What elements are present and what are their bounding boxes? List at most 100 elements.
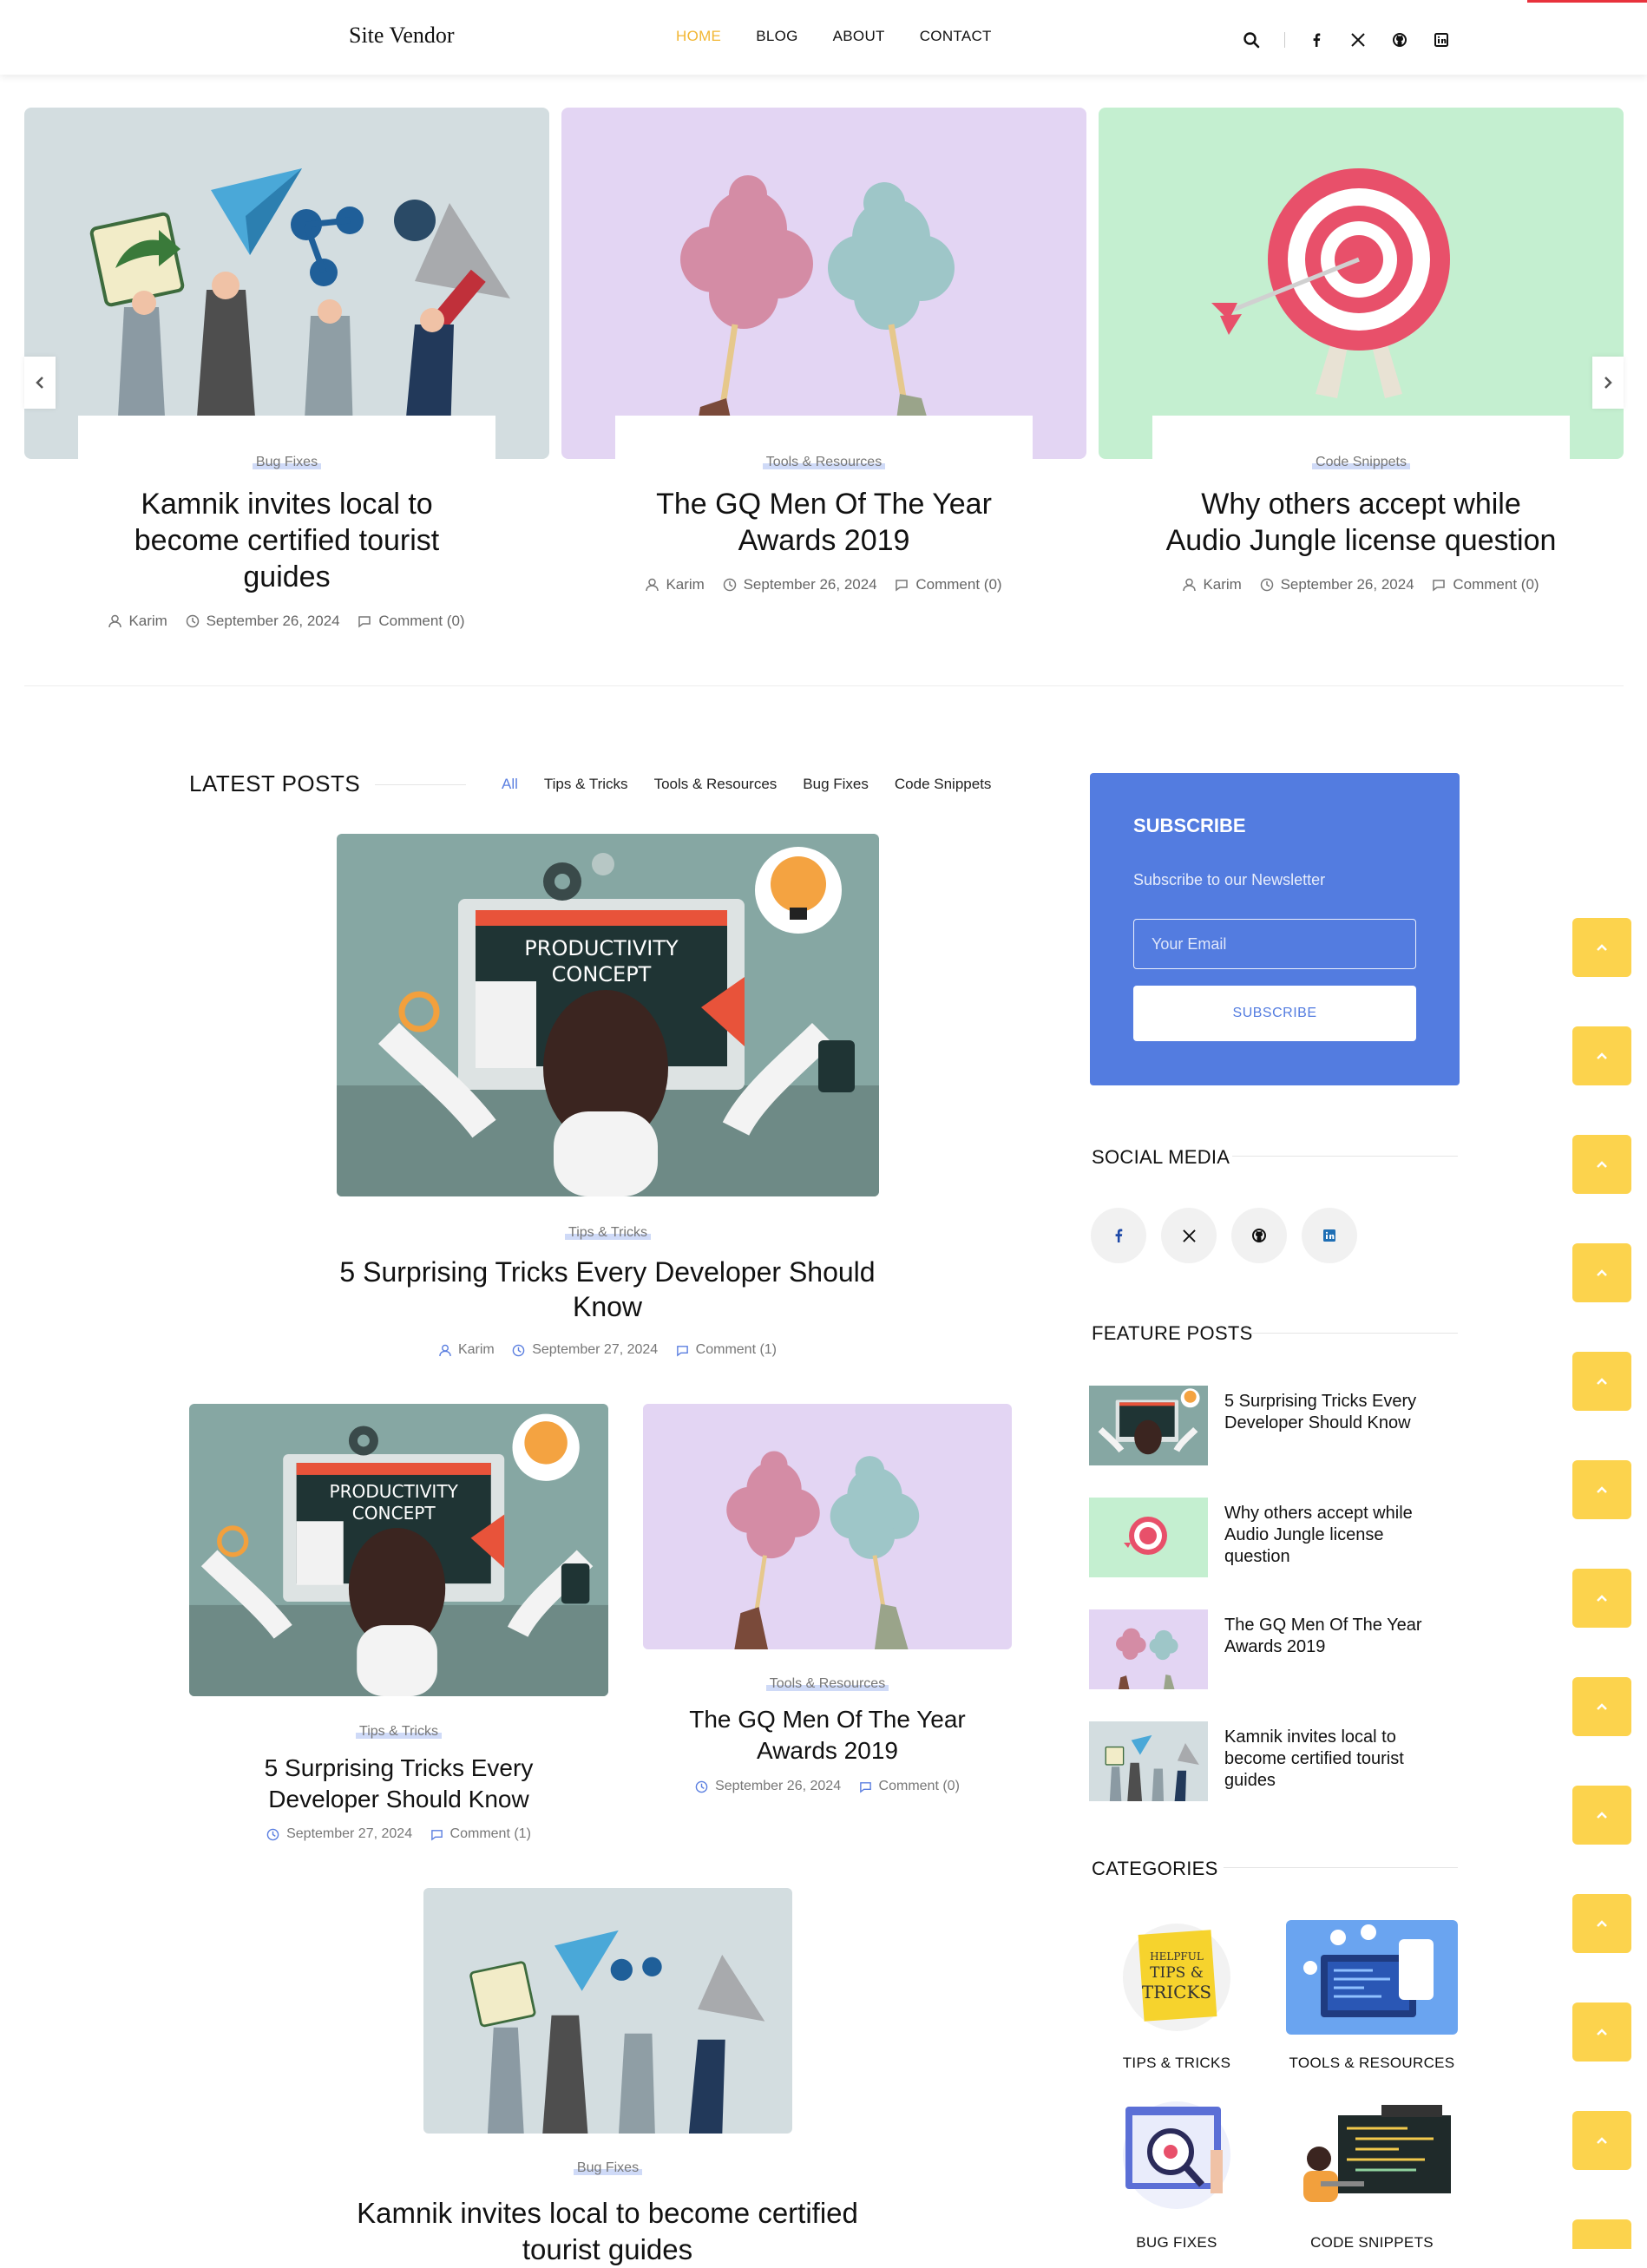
header-accent-bar [1527, 0, 1647, 3]
category-tools-resources[interactable]: TOOLS & RESOURCES [1276, 2055, 1467, 2072]
post-category[interactable]: Bug Fixes [24, 455, 549, 470]
feature-post-item[interactable]: Why others accept while Audio Jungle lic… [1089, 1498, 1458, 1577]
scroll-top-button[interactable] [1572, 918, 1631, 977]
category-code-snippets[interactable]: CODE SNIPPETS [1276, 2234, 1467, 2252]
post-title[interactable]: Why others accept while Audio Jungle lice… [1151, 486, 1572, 559]
main-nav: HOME BLOG ABOUT CONTACT [676, 28, 1027, 45]
scroll-top-button[interactable] [1572, 2219, 1631, 2249]
post-title[interactable]: The GQ Men Of The Year Awards 2019 [648, 486, 1000, 559]
clock-icon [723, 578, 736, 592]
scroll-top-button[interactable] [1572, 2111, 1631, 2170]
scroll-top-button[interactable] [1572, 1026, 1631, 1085]
svg-text:PRODUCTIVITY: PRODUCTIVITY [329, 1481, 458, 1502]
slider-image-cotton-candy [561, 108, 1086, 459]
chevron-up-icon [1597, 1378, 1607, 1385]
post-category[interactable]: Tips & Tricks [189, 1724, 608, 1740]
scroll-top-button[interactable] [1572, 1677, 1631, 1736]
nav-blog[interactable]: BLOG [756, 28, 797, 45]
chevron-up-icon [1597, 1269, 1607, 1276]
category-bug-fixes[interactable]: BUG FIXES [1081, 2234, 1272, 2252]
slider-card[interactable]: Bug Fixes Kamnik invites local to become … [24, 108, 549, 663]
linkedin-icon[interactable] [1429, 28, 1453, 52]
feature-post-title[interactable]: Why others accept while Audio Jungle lic… [1224, 1503, 1450, 1568]
category-tips-tricks[interactable]: TIPS & TRICKS [1081, 2055, 1272, 2072]
slider-card[interactable]: Tools & Resources The GQ Men Of The Year… [561, 108, 1086, 663]
post-category[interactable]: Bug Fixes [423, 2160, 792, 2176]
post-category[interactable]: Code Snippets [1099, 455, 1624, 470]
nav-home[interactable]: HOME [676, 28, 721, 45]
feature-post-item[interactable]: Kamnik invites local to become certified… [1089, 1721, 1458, 1801]
filter-bug-fixes[interactable]: Bug Fixes [803, 776, 869, 793]
facebook-icon[interactable] [1091, 1208, 1146, 1263]
feature-post-thumbnail [1089, 1609, 1208, 1689]
feature-post-thumbnail [1089, 1386, 1208, 1465]
filter-all[interactable]: All [502, 776, 518, 793]
scroll-top-button[interactable] [1572, 1352, 1631, 1411]
site-logo[interactable]: Site Vendor [349, 23, 455, 49]
github-icon[interactable] [1231, 1208, 1287, 1263]
post-title[interactable]: Kamnik invites local to become certified … [111, 486, 463, 595]
comment-icon [358, 616, 371, 628]
post-image[interactable] [423, 1888, 792, 2134]
chevron-up-icon [1597, 1052, 1607, 1059]
post-image[interactable]: PRODUCTIVITY CONCEPT [189, 1404, 608, 1696]
scroll-top-button[interactable] [1572, 1135, 1631, 1194]
facebook-icon[interactable] [1304, 28, 1329, 52]
scroll-top-button[interactable] [1572, 1243, 1631, 1302]
nav-about[interactable]: ABOUT [833, 28, 885, 45]
slider-next-button[interactable] [1592, 357, 1624, 409]
feature-post-title[interactable]: Kamnik invites local to become certified… [1224, 1727, 1450, 1792]
filter-code-snippets[interactable]: Code Snippets [895, 776, 992, 793]
chevron-up-icon [1597, 2137, 1607, 2144]
slider-card[interactable]: Code Snippets Why others accept while Aud… [1099, 108, 1624, 663]
scroll-top-button[interactable] [1572, 2003, 1631, 2062]
clock-icon [266, 1828, 279, 1840]
post-image[interactable] [643, 1404, 1012, 1649]
feature-post-title[interactable]: The GQ Men Of The Year Awards 2019 [1224, 1615, 1450, 1658]
image-text: PRODUCTIVITY [524, 936, 679, 960]
post-category[interactable]: Tools & Resources [561, 455, 1086, 470]
category-image-tools[interactable] [1286, 1920, 1458, 2035]
clock-icon [186, 614, 199, 628]
scroll-top-button[interactable] [1572, 1894, 1631, 1953]
feature-post-item[interactable]: The GQ Men Of The Year Awards 2019 [1089, 1609, 1458, 1689]
slider-prev-button[interactable] [24, 357, 56, 409]
post-title[interactable]: Kamnik invites local to become certified… [295, 2195, 920, 2268]
heading-rule [375, 784, 466, 785]
header-icons [1239, 28, 1471, 52]
featured-post-image[interactable]: PRODUCTIVITY CONCEPT [337, 834, 879, 1196]
post-meta: Karim September 26, 2024 Comment (0) [561, 576, 1086, 596]
scroll-top-button[interactable] [1572, 1786, 1631, 1845]
x-icon[interactable] [1161, 1208, 1217, 1263]
subscribe-button[interactable]: SUBSCRIBE [1133, 986, 1416, 1041]
post-category[interactable]: Tools & Resources [643, 1676, 1012, 1692]
nav-contact[interactable]: CONTACT [920, 28, 992, 45]
feature-post-item[interactable]: 5 Surprising Tricks Every Developer Shou… [1089, 1386, 1458, 1465]
filter-tools-resources[interactable]: Tools & Resources [654, 776, 778, 793]
x-icon[interactable] [1346, 28, 1370, 52]
feature-post-title[interactable]: 5 Surprising Tricks Every Developer Shou… [1224, 1391, 1450, 1434]
search-icon[interactable] [1239, 28, 1263, 52]
category-image-bug-fixes[interactable] [1091, 2098, 1263, 2212]
slider-image-hands [24, 108, 549, 459]
post-meta: September 27, 2024 Comment (1) [189, 1826, 608, 1845]
linkedin-icon[interactable] [1302, 1208, 1357, 1263]
github-icon[interactable] [1388, 28, 1412, 52]
feature-post-thumbnail [1089, 1721, 1208, 1801]
post-category[interactable]: Tips & Tricks [337, 1225, 879, 1241]
category-image-code-snippets[interactable] [1286, 2098, 1458, 2212]
svg-text:TIPS &: TIPS & [1150, 1964, 1204, 1982]
email-input[interactable] [1133, 919, 1416, 969]
post-title[interactable]: The GQ Men Of The Year Awards 2019 [643, 1704, 1012, 1767]
scroll-top-button[interactable] [1572, 1460, 1631, 1519]
post-title[interactable]: 5 Surprising Tricks Every Developer Shou… [295, 1255, 920, 1324]
post-title[interactable]: 5 Surprising Tricks Every Developer Shoul… [189, 1753, 608, 1815]
heading-rule [1250, 1333, 1458, 1334]
clock-icon [695, 1780, 708, 1793]
svg-text:CONCEPT: CONCEPT [352, 1503, 436, 1524]
scroll-top-button[interactable] [1572, 1569, 1631, 1628]
filter-tips-tricks[interactable]: Tips & Tricks [544, 776, 628, 793]
category-image-tips[interactable]: HELPFUL TIPS & TRICKS [1091, 1920, 1263, 2035]
feature-post-thumbnail [1089, 1498, 1208, 1577]
site-header: Site Vendor HOME BLOG ABOUT CONTACT [0, 0, 1647, 75]
